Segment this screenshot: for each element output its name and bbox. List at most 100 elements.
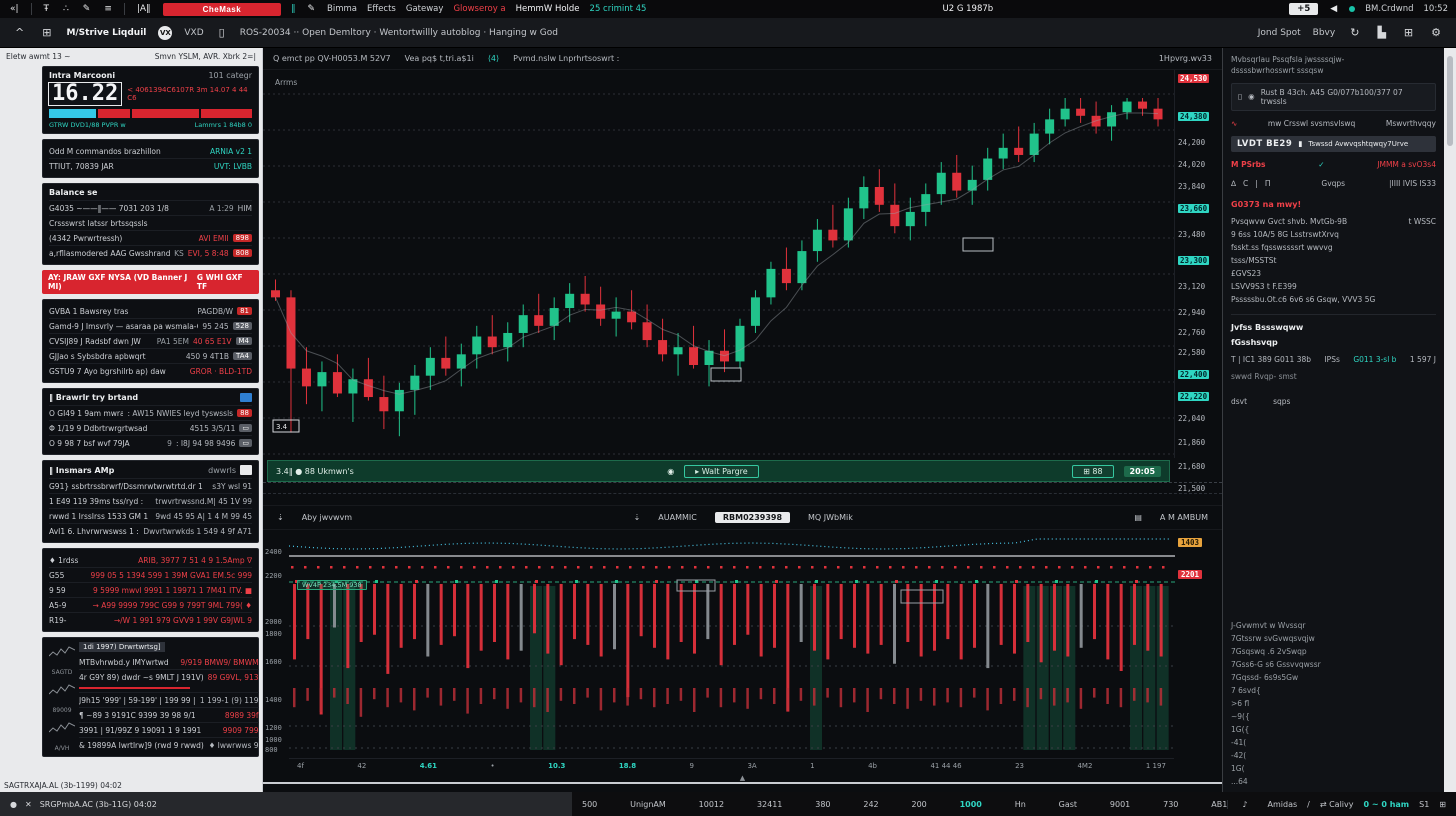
table-row[interactable]: ¶ ~89 3 9191C 9399 39 98 9/18989 39f bbox=[79, 707, 259, 722]
toggle-icon[interactable]: ▮ bbox=[1298, 139, 1302, 148]
table-row[interactable]: GSTU9 7 Ayo bgrshilrb ap) dawGROR · BLD-… bbox=[49, 363, 252, 378]
primary-action-button[interactable]: CheMask bbox=[163, 3, 282, 16]
risk-alert-banner[interactable]: AY: JRAW GXF NYSA (VD Banner J MI) G WHI… bbox=[42, 270, 259, 294]
chart-icon[interactable]: ▙ bbox=[1374, 26, 1388, 39]
table-row[interactable]: CVSIJ89 J Radsbf dwn JWPA1 5EM40 65 E1VM… bbox=[49, 333, 252, 348]
pane-label-mid[interactable]: AUAMMIC bbox=[658, 513, 697, 522]
price-card-menu[interactable]: 101 categr bbox=[208, 71, 252, 80]
layout-icon[interactable]: ⊞ bbox=[1401, 26, 1416, 39]
levels-badge[interactable] bbox=[240, 393, 252, 402]
close-icon[interactable]: ✕ bbox=[25, 800, 32, 809]
table-row[interactable]: Gamd-9 J Imsvrly — asaraa pa wsmala-G49 … bbox=[49, 318, 252, 333]
draw-icon[interactable]: ✎ bbox=[81, 4, 93, 14]
table-row[interactable]: Crssswrst latssr brtssqssls bbox=[49, 215, 252, 230]
toolbar-link[interactable]: Jond Spot bbox=[1258, 28, 1301, 38]
order-type-icon[interactable]: ∆ bbox=[1231, 179, 1236, 188]
alloc-badge[interactable] bbox=[240, 465, 252, 475]
account-label[interactable]: BM.Crdwnd bbox=[1365, 4, 1413, 14]
order-type-icon[interactable]: C bbox=[1243, 179, 1248, 188]
table-row[interactable]: J9h15 '999' | 59-199' | 199 99 |1 199-1 … bbox=[79, 692, 259, 707]
status-control[interactable]: 0 ~ 0 ham bbox=[1364, 800, 1410, 809]
pane-x-label[interactable]: 1 bbox=[810, 762, 814, 770]
history-link[interactable]: Mswvrthvqqy bbox=[1386, 119, 1436, 128]
table-row[interactable]: G55999 05 5 1394 599 1 39M GVA1 EM.5c 99… bbox=[49, 567, 252, 582]
table-row[interactable]: O GI49 1 9am mwra 5151: AW15 NWIES leyd … bbox=[49, 405, 252, 420]
bell-icon[interactable]: ◀ bbox=[1328, 4, 1339, 14]
replay-icon[interactable]: ◉ bbox=[667, 467, 674, 476]
gear-icon[interactable]: ⚙ bbox=[1428, 26, 1444, 39]
pane-x-label[interactable]: 4f bbox=[297, 762, 304, 770]
order-type-icon[interactable]: | bbox=[1255, 179, 1258, 188]
mini-label[interactable]: dsvt bbox=[1231, 397, 1247, 406]
table-row[interactable]: A5-9→ A99 9999 799C G99 9 799T 9ML 799( … bbox=[49, 597, 252, 612]
refresh-icon[interactable]: ↻ bbox=[1347, 26, 1362, 39]
pane-x-label[interactable]: 42 bbox=[357, 762, 366, 770]
table-row[interactable]: GVBA 1 Bawsrey trasPAGDB/W81 bbox=[49, 304, 252, 318]
panel-menu-item[interactable]: -42( bbox=[1231, 751, 1436, 760]
menu-item[interactable]: Gateway bbox=[406, 4, 444, 14]
order-type-icon[interactable]: Π bbox=[1265, 179, 1271, 188]
pane-x-label[interactable]: 10.3 bbox=[548, 762, 565, 770]
panel-menu-item[interactable]: 1G({ bbox=[1231, 725, 1436, 734]
chart-indicators[interactable]: Pvmd.nslw Lnprhrtsoswrt : bbox=[513, 54, 619, 63]
align-icon[interactable]: ≡ bbox=[102, 4, 114, 14]
window-badge[interactable]: +5 bbox=[1289, 3, 1318, 15]
pane-label-mid2[interactable]: MQ JWbMik bbox=[808, 513, 853, 522]
table-row[interactable]: G91} ssbrtrssbrwrf/Dssmrwtwrwtrtd.dr 1s3… bbox=[49, 478, 252, 493]
scrollbar-gutter[interactable] bbox=[1444, 48, 1456, 792]
tab-live-order[interactable]: LVDT BE29 bbox=[1237, 139, 1292, 149]
menu-item[interactable]: Effects bbox=[367, 4, 396, 14]
mini-label2[interactable]: sqps bbox=[1273, 397, 1290, 406]
panel-menu-item[interactable]: ~9({ bbox=[1231, 712, 1436, 721]
order-tabbar[interactable]: LVDT BE29 ▮ Tswssd Avwvqshtqwqy7Urve bbox=[1231, 136, 1436, 152]
grid-icon[interactable]: ⊞ bbox=[39, 26, 54, 39]
status-control[interactable]: Amidas bbox=[1268, 800, 1298, 809]
table-row[interactable]: TTIUT, 70839 JARUVT: LVBB bbox=[49, 158, 252, 173]
pane-x-label[interactable]: 4.61 bbox=[420, 762, 437, 770]
status-control[interactable]: S1 bbox=[1419, 800, 1429, 809]
scrollbar-thumb[interactable] bbox=[1447, 56, 1453, 146]
table-row[interactable]: & 19899A Iwrtlrw]9 (rwd 9 rwwd)♦ Iwwrwws… bbox=[79, 737, 259, 752]
pane-x-label[interactable]: 4b bbox=[868, 762, 877, 770]
collapse-icon[interactable]: «| bbox=[8, 4, 21, 14]
pane-separator[interactable] bbox=[263, 482, 1222, 506]
table-row[interactable]: 4r G9Y 89) dwdr ~s 9MLT J 191V)89 G9VL, … bbox=[79, 669, 259, 684]
sound-icon[interactable]: ♪ bbox=[1242, 800, 1247, 809]
pane-x-label[interactable]: 41 44 46 bbox=[930, 762, 961, 770]
menu-item[interactable]: Bimma bbox=[327, 4, 357, 14]
waveform-icon[interactable]: |A‖ bbox=[135, 4, 153, 14]
table-row[interactable]: MTBvhrwbd.y IMYwrtwd9/919 BMW9/ BMWM bbox=[79, 655, 259, 669]
table-row[interactable]: Φ 1/19 9 Ddbrtrwrgrtwsad4515 3/5/11▭ bbox=[49, 420, 252, 435]
panel-menu-item[interactable]: 7Gsqswq .6 2vSwqp bbox=[1231, 647, 1436, 656]
table-row[interactable]: 1 E49 119 39ms tss/ryd :trwvrtrwssnd.M| … bbox=[49, 493, 252, 508]
pane-x-label[interactable]: 3A bbox=[747, 762, 756, 770]
price-axis[interactable]: 24,53024,38024,20024,02023,84023,66023,4… bbox=[1174, 70, 1222, 458]
sidebar-header-right[interactable]: Smvn YSLM, AVR. Xbrk 2=| bbox=[155, 52, 256, 61]
pause-pill[interactable]: ▸ WaIt Pargre bbox=[684, 465, 759, 478]
table-row[interactable]: a,rfllasmodered AAG GwsshrandyKSEVI, 5 8… bbox=[49, 245, 252, 260]
candlestick-chart[interactable]: 3.4 Arrms 24,53024,38024,20024,02023,840… bbox=[263, 70, 1222, 482]
toolbar-link[interactable]: Bbvy bbox=[1313, 28, 1336, 38]
table-row[interactable]: R19-→/W 1 991 979 GVV9 1 99V G9JWL 9 bbox=[49, 612, 252, 627]
pane-x-label[interactable]: 1 197 bbox=[1146, 762, 1166, 770]
status-control[interactable]: ⊞ bbox=[1439, 800, 1446, 809]
panel-menu-item[interactable]: -41( bbox=[1231, 738, 1436, 747]
symbol-name[interactable]: M/Strive Liqduil bbox=[66, 28, 146, 38]
pin-icon[interactable]: Ŧ bbox=[42, 4, 52, 14]
pane-x-label[interactable]: 18.8 bbox=[619, 762, 636, 770]
table-row[interactable]: G4035 ~——‖—— 7031 203 1/8A 1:29HIM bbox=[49, 200, 252, 215]
status-control[interactable]: ⇄ Calivy bbox=[1320, 800, 1354, 809]
order-type-icons[interactable]: ∆ C | Π bbox=[1231, 179, 1277, 188]
chart-symbol-info[interactable]: Q emct pp QV-H0053.M 52V7 bbox=[273, 54, 391, 63]
table-row[interactable]: Odd M commandos brazhillonARNIA v2 1 bbox=[49, 144, 252, 158]
panel-menu-item[interactable]: 7Gqssd- 6s9s5Gw bbox=[1231, 673, 1436, 682]
grid-pill[interactable]: ⊞ 88 bbox=[1072, 465, 1113, 478]
pane-x-label[interactable]: 9 bbox=[690, 762, 694, 770]
panel-menu-item[interactable]: J-Gvwmvt w Wvssqr bbox=[1231, 621, 1436, 630]
panel-menu-item[interactable]: 7Gss6-G s6 Gssvvqwssr bbox=[1231, 660, 1436, 669]
pane-x-label[interactable]: 4M2 bbox=[1077, 762, 1092, 770]
pane-x-label[interactable]: 23 bbox=[1015, 762, 1024, 770]
table-row[interactable]: AvI1 6. Lhvrwrwswss 1 :Dwvrtwrwkds 1 549… bbox=[49, 523, 252, 538]
status-control[interactable]: / bbox=[1307, 800, 1310, 809]
pane-label-left[interactable]: Aby jwvwvm bbox=[302, 513, 352, 522]
